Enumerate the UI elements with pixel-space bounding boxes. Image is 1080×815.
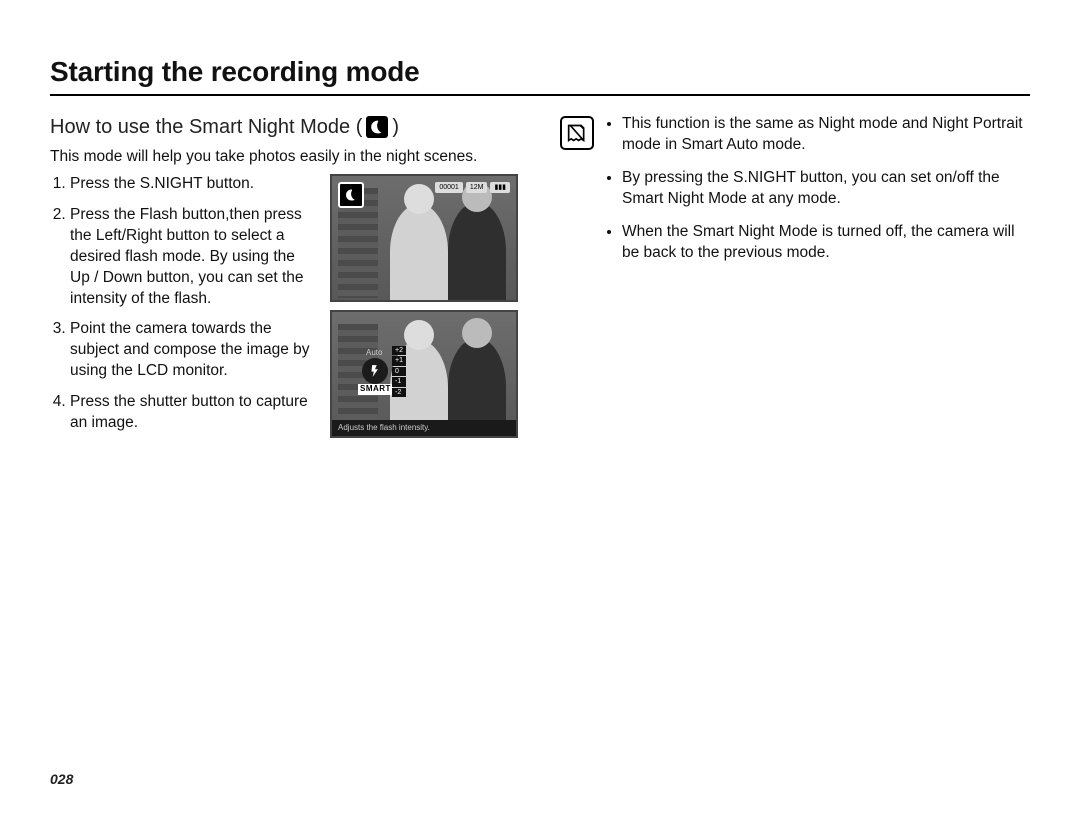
lcd-intensity-level: 0 <box>392 367 406 376</box>
note-block: This function is the same as Night mode … <box>560 114 1030 276</box>
lcd-hint-bar: Adjusts the flash intensity. <box>332 420 516 436</box>
step-item: Point the camera towards the subject and… <box>70 319 318 382</box>
lcd-person-2 <box>448 202 506 300</box>
lcd-preview-bottom: Auto SMART +2 +1 0 -1 -2 Adjusts the fl <box>330 310 518 438</box>
note-item: When the Smart Night Mode is turned off,… <box>622 222 1030 264</box>
left-column: How to use the Smart Night Mode ( ) This… <box>50 114 520 444</box>
page-title: Starting the recording mode <box>50 56 1030 88</box>
intro-text: This mode will help you take photos easi… <box>50 147 520 168</box>
notes-list: This function is the same as Night mode … <box>604 114 1030 276</box>
note-item: By pressing the S.NIGHT button, you can … <box>622 168 1030 210</box>
page-number: 028 <box>50 771 73 787</box>
page-content: Starting the recording mode How to use t… <box>50 56 1030 444</box>
lcd-size-badge: 12M <box>466 182 488 193</box>
title-rule <box>50 94 1030 96</box>
lcd-counter: 00001 <box>435 182 462 193</box>
lcd-person-1 <box>390 204 448 300</box>
steps-list: Press the S.NIGHT button. Press the Flas… <box>50 174 318 434</box>
lcd-night-mode-icon <box>338 182 364 208</box>
lcd-intensity-level: -2 <box>392 388 406 397</box>
note-item: This function is the same as Night mode … <box>622 114 1030 156</box>
right-column: This function is the same as Night mode … <box>560 114 1030 444</box>
lcd-intensity-level: +2 <box>392 346 406 355</box>
section-title-suffix: ) <box>392 114 399 141</box>
lcd-smart-label: SMART <box>358 384 393 395</box>
lcd-battery-icon: ▮▮▮ <box>490 182 510 193</box>
note-icon <box>560 116 594 150</box>
step-item: Press the shutter button to capture an i… <box>70 392 318 434</box>
lcd-topright-indicators: 00001 12M ▮▮▮ <box>435 182 510 193</box>
steps-column: Press the S.NIGHT button. Press the Flas… <box>50 174 318 444</box>
steps-and-figures: Press the S.NIGHT button. Press the Flas… <box>50 174 520 444</box>
lcd-intensity-level: -1 <box>392 377 406 386</box>
smart-night-mode-icon <box>366 116 388 138</box>
section-title: How to use the Smart Night Mode ( ) <box>50 114 520 141</box>
columns: How to use the Smart Night Mode ( ) This… <box>50 114 1030 444</box>
section-title-prefix: How to use the Smart Night Mode ( <box>50 114 362 141</box>
step-item: Press the Flash button,then press the Le… <box>70 205 318 310</box>
figures-column: 00001 12M ▮▮▮ Auto SM <box>330 174 520 444</box>
step-item: Press the S.NIGHT button. <box>70 174 318 195</box>
lcd-preview-top: 00001 12M ▮▮▮ <box>330 174 518 302</box>
lcd-flash-icon <box>362 358 388 384</box>
lcd-intensity-scale: +2 +1 0 -1 -2 <box>392 346 406 398</box>
lcd-intensity-level: +1 <box>392 356 406 365</box>
